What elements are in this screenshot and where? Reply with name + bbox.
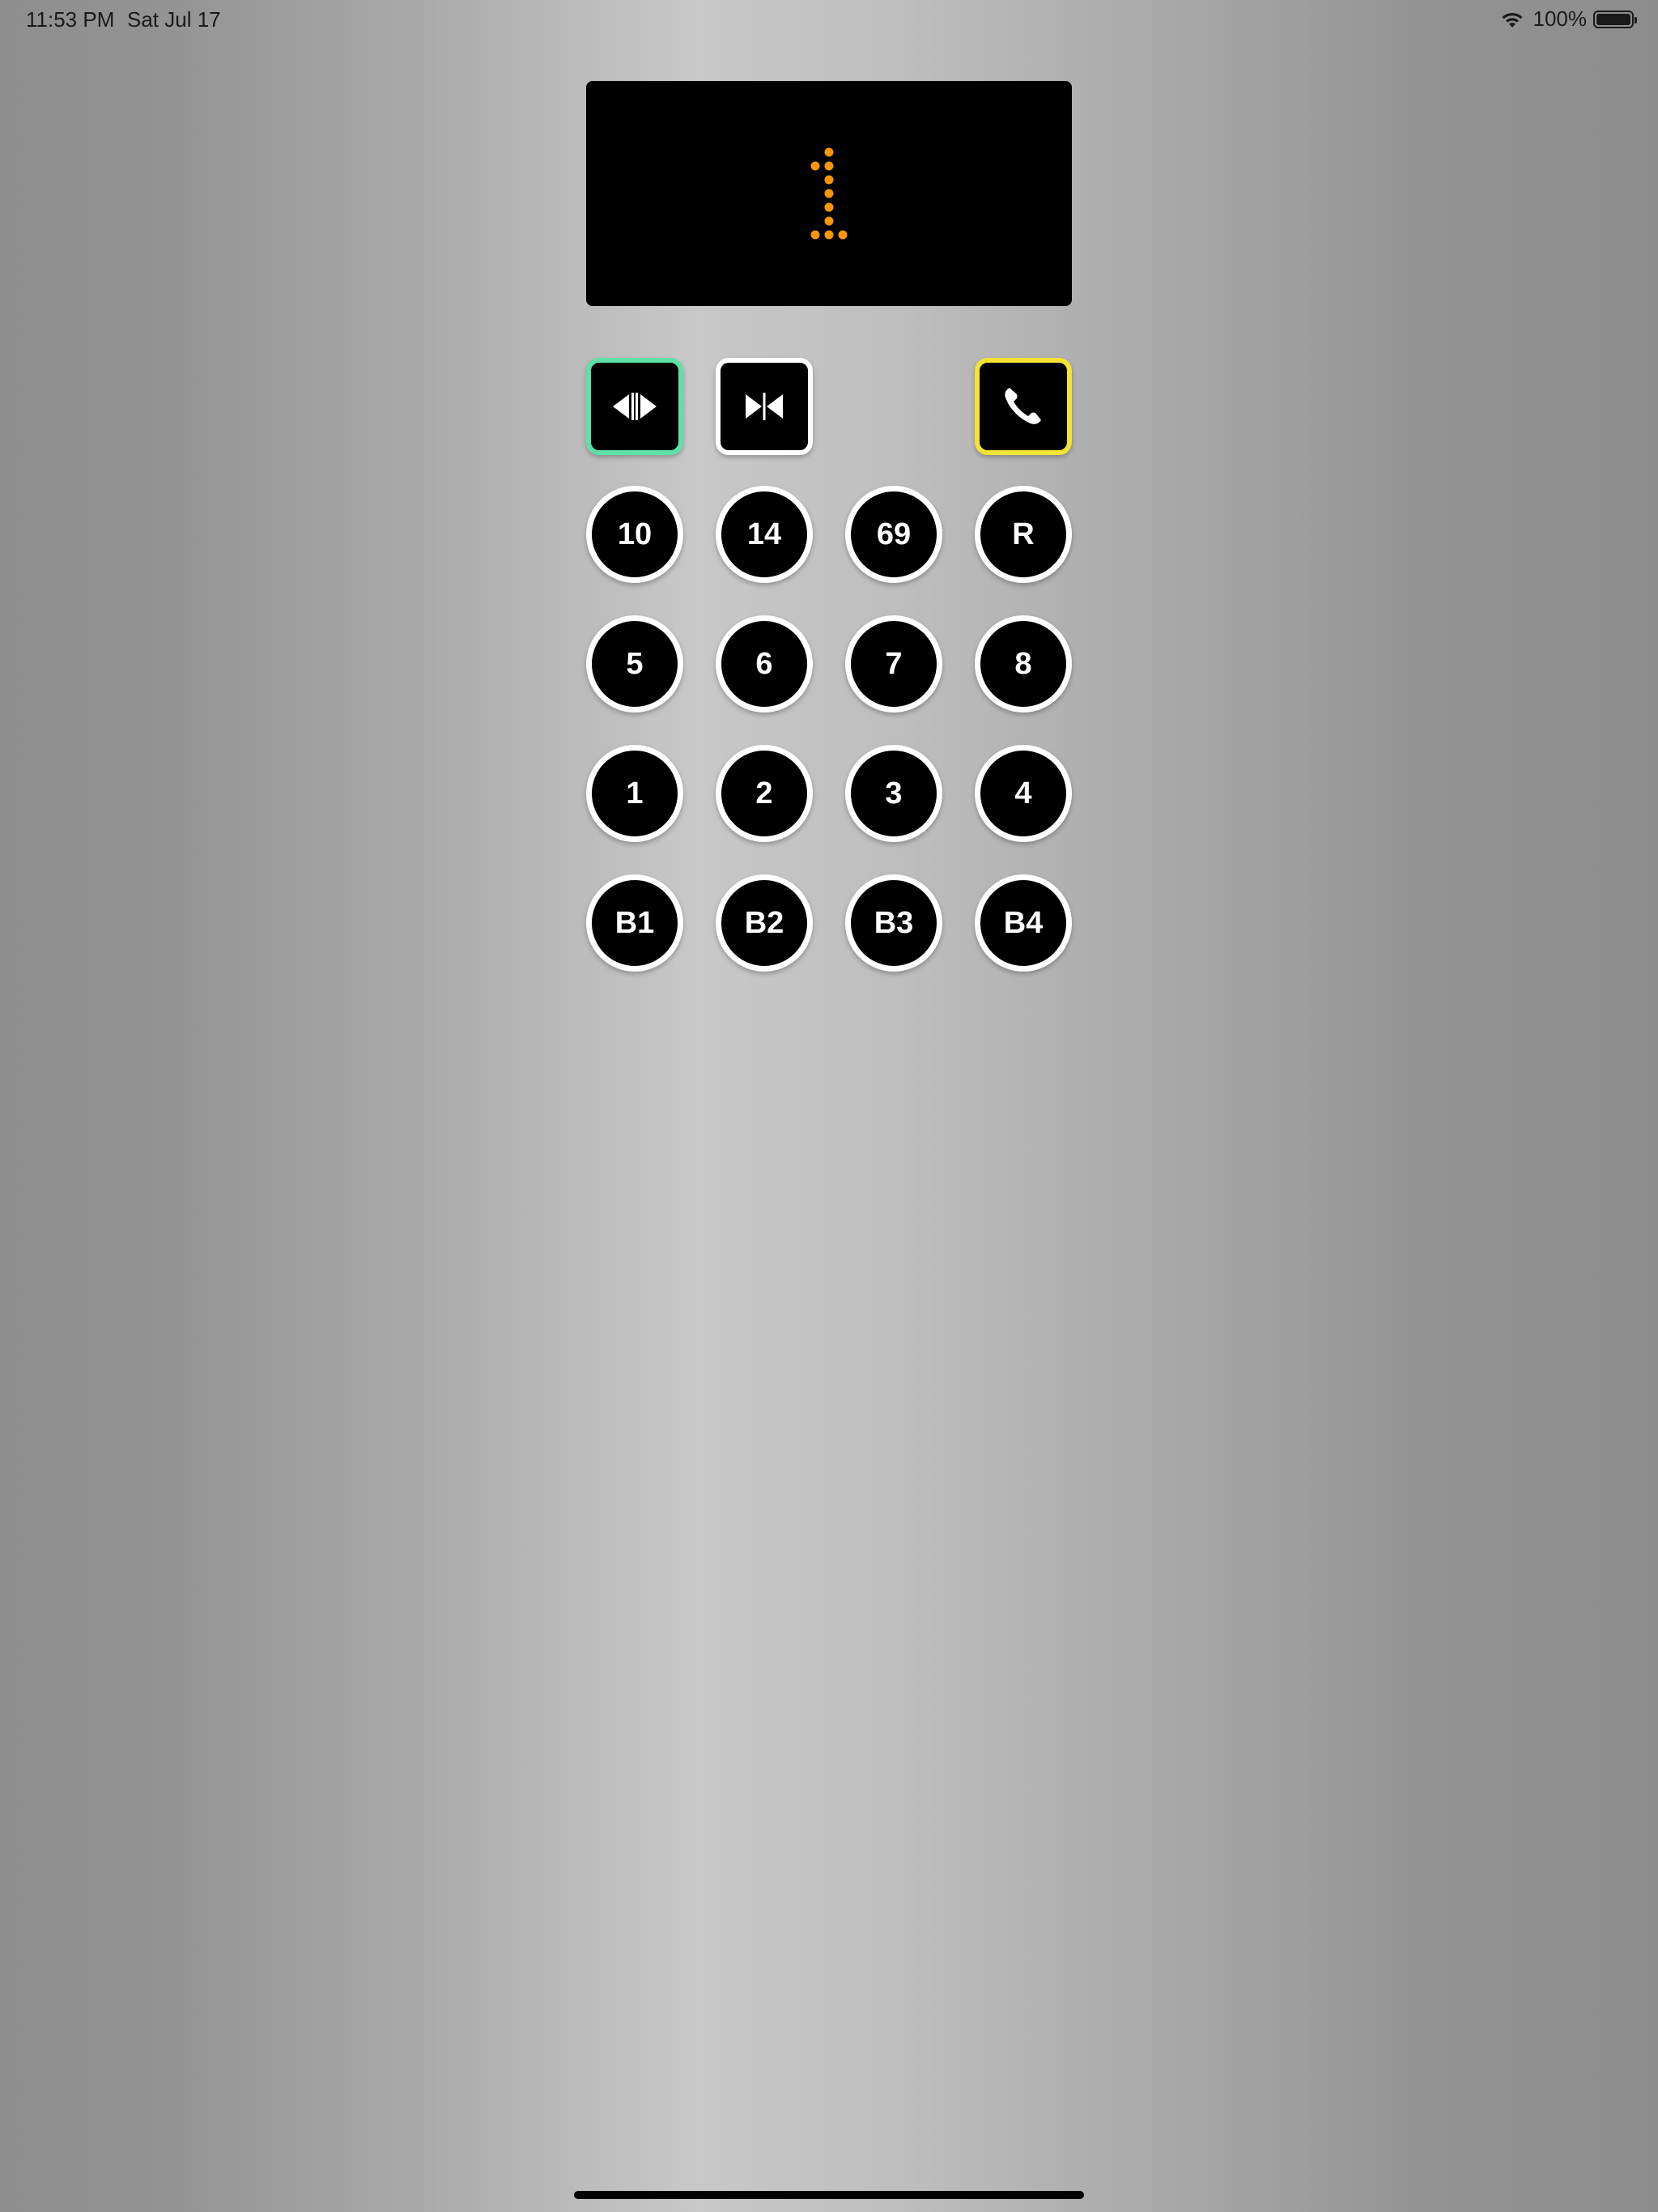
home-indicator[interactable] [574,2191,1084,2199]
floor-button-label: 6 [755,646,773,681]
floor-button-label: 5 [626,646,644,681]
floor-button-label: 4 [1014,776,1032,810]
floor-button-2[interactable]: 2 [716,745,813,842]
floor-button-8[interactable]: 8 [975,615,1072,713]
floor-button-label: 10 [617,517,653,551]
led-dot [824,202,834,212]
floor-button-4[interactable]: 4 [975,745,1072,842]
led-dot [824,161,834,171]
floor-button-label: B4 [1003,905,1044,940]
floor-button-label: R [1012,517,1035,551]
floor-button-6[interactable]: 6 [716,615,813,713]
led-dot [838,230,848,240]
floor-button-b4[interactable]: B4 [975,874,1072,972]
floor-button-69[interactable]: 69 [845,486,942,583]
floor-button-label: B1 [614,905,655,940]
led-dot [810,161,820,171]
floor-button-r[interactable]: R [975,486,1072,583]
door-open-icon [613,393,657,420]
floor-button-label: 14 [746,517,782,551]
led-dot [824,230,834,240]
floor-button-label: B3 [874,905,914,940]
led-dot [824,147,834,157]
led-dot [810,230,820,240]
floor-button-label: B2 [744,905,784,940]
floor-button-1[interactable]: 1 [586,745,683,842]
battery-percentage: 100% [1533,6,1588,31]
status-time: 11:53 PM [26,7,115,32]
floor-digit-led [810,147,848,240]
floor-button-label: 2 [755,776,773,810]
battery-icon [1593,10,1637,28]
floor-button-label: 7 [885,646,903,681]
floor-button-label: 69 [876,517,912,551]
led-dot [824,175,834,185]
emergency-call-button[interactable] [975,358,1072,455]
door-open-button[interactable] [586,358,683,455]
status-indicators: 100% [1499,6,1637,32]
floor-button-10[interactable]: 10 [586,486,683,583]
floor-button-label: 3 [885,776,903,810]
door-close-button[interactable] [716,358,813,455]
status-date: Sat Jul 17 [127,7,221,32]
floor-button-label: 8 [1014,646,1032,681]
floor-indicator-display: 1 [586,81,1072,306]
status-bar: 11:53 PM Sat Jul 17 100% [0,0,1658,39]
floor-button-label: 1 [626,776,644,810]
floor-button-14[interactable]: 14 [716,486,813,583]
floor-button-b2[interactable]: B2 [716,874,813,972]
floor-button-b1[interactable]: B1 [586,874,683,972]
door-close-icon [746,393,783,420]
led-dot [824,216,834,226]
wifi-icon [1502,12,1522,28]
floor-button-3[interactable]: 3 [845,745,942,842]
phone-icon [1005,388,1041,424]
floor-button-7[interactable]: 7 [845,615,942,713]
floor-button-b3[interactable]: B3 [845,874,942,972]
floor-button-5[interactable]: 5 [586,615,683,713]
led-dot [824,189,834,198]
